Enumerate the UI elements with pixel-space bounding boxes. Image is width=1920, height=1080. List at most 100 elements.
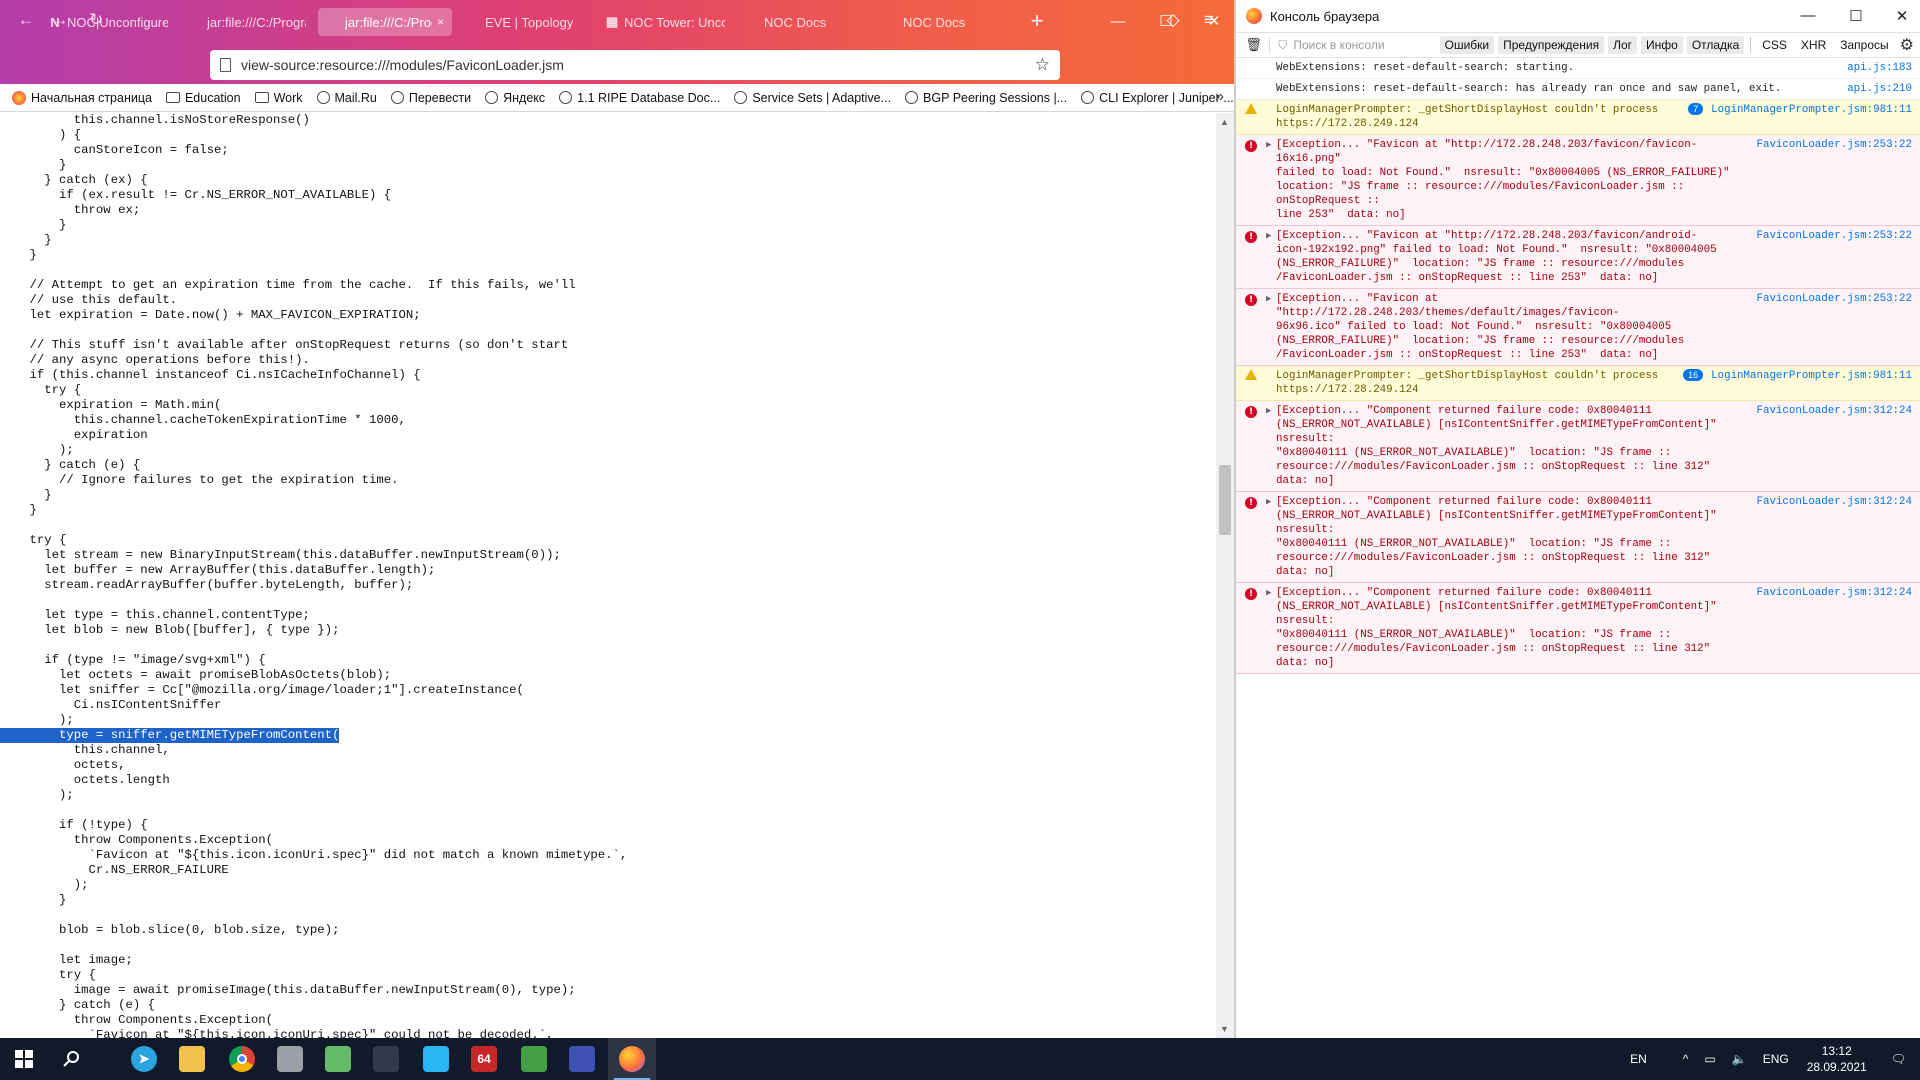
clock[interactable]: 13:12 28.09.2021 — [1797, 1043, 1877, 1075]
filter-button[interactable]: XHR — [1796, 36, 1831, 54]
console-message-log[interactable]: WebExtensions: reset-default-search: sta… — [1236, 58, 1920, 79]
network-app-button[interactable] — [558, 1038, 606, 1080]
telegram-button[interactable]: ➤ — [120, 1038, 168, 1080]
source-location[interactable]: api.js:183 — [1847, 62, 1912, 74]
expand-triangle-icon[interactable]: ▶ — [1266, 229, 1276, 285]
console-message-error[interactable]: ! ▶ [Exception... "Component returned fail… — [1236, 492, 1920, 583]
message-source-link[interactable]: 7 LoginManagerPrompter.jsm:981:11 — [1682, 103, 1912, 131]
clear-console-trash-icon[interactable]: 🗑 — [1244, 37, 1263, 53]
url-bar[interactable]: view-source:resource:///modules/FaviconL… — [210, 50, 1060, 80]
expand-triangle-icon[interactable]: ▶ — [1266, 586, 1276, 670]
url-text[interactable]: view-source:resource:///modules/FaviconL… — [241, 57, 564, 73]
console-message-error[interactable]: ! ▶ [Exception... "Component returned fail… — [1236, 401, 1920, 492]
console-close-button[interactable]: ✕ — [1892, 7, 1912, 25]
expand-triangle-icon[interactable]: ▶ — [1266, 138, 1276, 222]
source-location[interactable]: FaviconLoader.jsm:312:24 — [1756, 587, 1912, 599]
notifications-icon[interactable]: 🗨 — [1877, 1052, 1920, 1066]
app-building-button[interactable] — [412, 1038, 460, 1080]
terminal-button[interactable] — [362, 1038, 410, 1080]
console-message-error[interactable]: ! ▶ [Exception... "Component returned fail… — [1236, 583, 1920, 674]
filter-button[interactable]: Запросы — [1835, 36, 1893, 54]
expand-triangle-icon[interactable]: ▶ — [1266, 495, 1276, 579]
message-source-link[interactable]: 16 LoginManagerPrompter.jsm:981:11 — [1677, 369, 1912, 397]
console-message-error[interactable]: ! ▶ [Exception... "Favicon at "http://172.… — [1236, 289, 1920, 366]
tab-1[interactable]: N NOC|Unconfigure — [40, 8, 176, 36]
app-64-button[interactable]: 64 — [460, 1038, 508, 1080]
bookmark-item[interactable]: Mail.Ru — [316, 91, 377, 105]
message-source-link[interactable]: FaviconLoader.jsm:312:24 — [1750, 586, 1912, 670]
tab-5[interactable]: ▦ NOC Tower: Unco — [597, 8, 733, 36]
console-message-warn[interactable]: LoginManagerPrompter: _getShortDisplayHo… — [1236, 366, 1920, 401]
bookmark-item[interactable]: BGP Peering Sessions |... — [905, 91, 1067, 105]
firefox-button[interactable] — [608, 1038, 656, 1080]
network-icon[interactable]: ▭ — [1696, 1052, 1723, 1066]
volume-icon[interactable]: 🔈 — [1724, 1052, 1755, 1066]
expand-triangle-icon[interactable]: ▶ — [1266, 404, 1276, 488]
source-location[interactable]: FaviconLoader.jsm:253:22 — [1756, 139, 1912, 151]
expand-triangle-icon[interactable]: ▶ — [1266, 292, 1276, 362]
filter-button[interactable]: CSS — [1757, 36, 1792, 54]
pocket-icon[interactable]: ◇ — [1161, 9, 1185, 33]
tab-close-icon[interactable]: × — [437, 15, 444, 29]
bookmark-item[interactable]: Work — [254, 91, 303, 105]
bookmark-item[interactable]: CLI Explorer | Juniper ... — [1081, 91, 1234, 105]
wireshark-button[interactable] — [266, 1038, 314, 1080]
language-indicator[interactable]: EN — [1622, 1052, 1655, 1066]
tray-overflow-chevron-icon[interactable]: ^ — [1675, 1052, 1697, 1066]
console-message-error[interactable]: ! ▶ [Exception... "Favicon at "http://172.… — [1236, 226, 1920, 289]
message-source-link[interactable]: FaviconLoader.jsm:312:24 — [1750, 404, 1912, 488]
tab-7[interactable]: NOC Docs — [876, 8, 1012, 36]
bookmark-item[interactable]: 1.1 RIPE Database Doc... — [559, 91, 720, 105]
source-location[interactable]: LoginManagerPrompter.jsm:981:11 — [1711, 370, 1912, 382]
scroll-thumb[interactable] — [1219, 465, 1231, 535]
minimize-button[interactable]: — — [1108, 12, 1128, 32]
console-settings-gear-icon[interactable]: ⚙ — [1900, 35, 1914, 55]
bookmark-item[interactable]: Education — [165, 91, 241, 105]
filter-button[interactable]: Ошибки — [1439, 36, 1495, 54]
console-minimize-button[interactable]: — — [1798, 7, 1818, 24]
message-source-link[interactable]: FaviconLoader.jsm:312:24 — [1750, 495, 1912, 579]
source-location[interactable]: FaviconLoader.jsm:312:24 — [1756, 405, 1912, 417]
start-button[interactable] — [0, 1038, 48, 1080]
bookmark-item[interactable]: Начальная страница — [12, 90, 152, 105]
filter-button[interactable]: Лог — [1608, 36, 1637, 54]
source-location[interactable]: api.js:210 — [1847, 83, 1912, 95]
bookmark-item[interactable]: Service Sets | Adaptive... — [734, 91, 891, 105]
back-button[interactable]: ← — [14, 9, 38, 33]
source-location[interactable]: FaviconLoader.jsm:253:22 — [1756, 230, 1912, 242]
tab-3[interactable]: jar:file:///C:/Progra × — [318, 8, 452, 36]
search-button[interactable] — [48, 1038, 96, 1080]
console-message-error[interactable]: ! ▶ [Exception... "Favicon at "http://172.… — [1236, 135, 1920, 226]
bookmark-item[interactable]: Перевести — [390, 91, 471, 105]
bookmarks-overflow-icon[interactable]: » — [1215, 88, 1224, 106]
message-source-link[interactable]: FaviconLoader.jsm:253:22 — [1750, 138, 1912, 222]
tab-4[interactable]: EVE | Topology — [458, 8, 593, 36]
new-tab-button[interactable]: + — [1026, 8, 1048, 36]
bookmark-item[interactable]: Яндекс — [485, 91, 545, 105]
console-filter-input[interactable]: ⛉ Поиск в консоли — [1269, 37, 1433, 53]
source-location[interactable]: FaviconLoader.jsm:253:22 — [1756, 293, 1912, 305]
message-source-link[interactable]: api.js:210 — [1841, 82, 1912, 96]
notepad-button[interactable] — [314, 1038, 362, 1080]
bookmark-star-icon[interactable]: ☆ — [1035, 55, 1050, 75]
keyboard-language[interactable]: ENG — [1755, 1052, 1797, 1066]
tab-2[interactable]: jar:file:///C:/Program — [180, 8, 314, 36]
file-explorer-button[interactable] — [168, 1038, 216, 1080]
filter-button[interactable]: Отладка — [1686, 36, 1745, 54]
source-location[interactable]: FaviconLoader.jsm:312:24 — [1756, 496, 1912, 508]
tab-6[interactable]: NOC Docs — [737, 8, 872, 36]
scroll-down-icon[interactable]: ▼ — [1220, 1024, 1229, 1034]
message-source-link[interactable]: FaviconLoader.jsm:253:22 — [1750, 292, 1912, 362]
chrome-button[interactable] — [218, 1038, 266, 1080]
console-message-log[interactable]: WebExtensions: reset-default-search: has… — [1236, 79, 1920, 100]
console-maximize-button[interactable]: ☐ — [1846, 7, 1866, 25]
console-message-warn[interactable]: LoginManagerPrompter: _getShortDisplayHo… — [1236, 100, 1920, 135]
filter-button[interactable]: Предупреждения — [1498, 36, 1605, 54]
filter-button[interactable]: Инфо — [1641, 36, 1683, 54]
message-source-link[interactable]: FaviconLoader.jsm:253:22 — [1750, 229, 1912, 285]
vertical-scrollbar[interactable]: ▲ ▼ — [1216, 113, 1234, 1038]
source-location[interactable]: LoginManagerPrompter.jsm:981:11 — [1711, 104, 1912, 116]
utorrent-button[interactable] — [510, 1038, 558, 1080]
menu-icon[interactable]: ≡ — [1197, 9, 1221, 33]
message-source-link[interactable]: api.js:183 — [1841, 61, 1912, 75]
